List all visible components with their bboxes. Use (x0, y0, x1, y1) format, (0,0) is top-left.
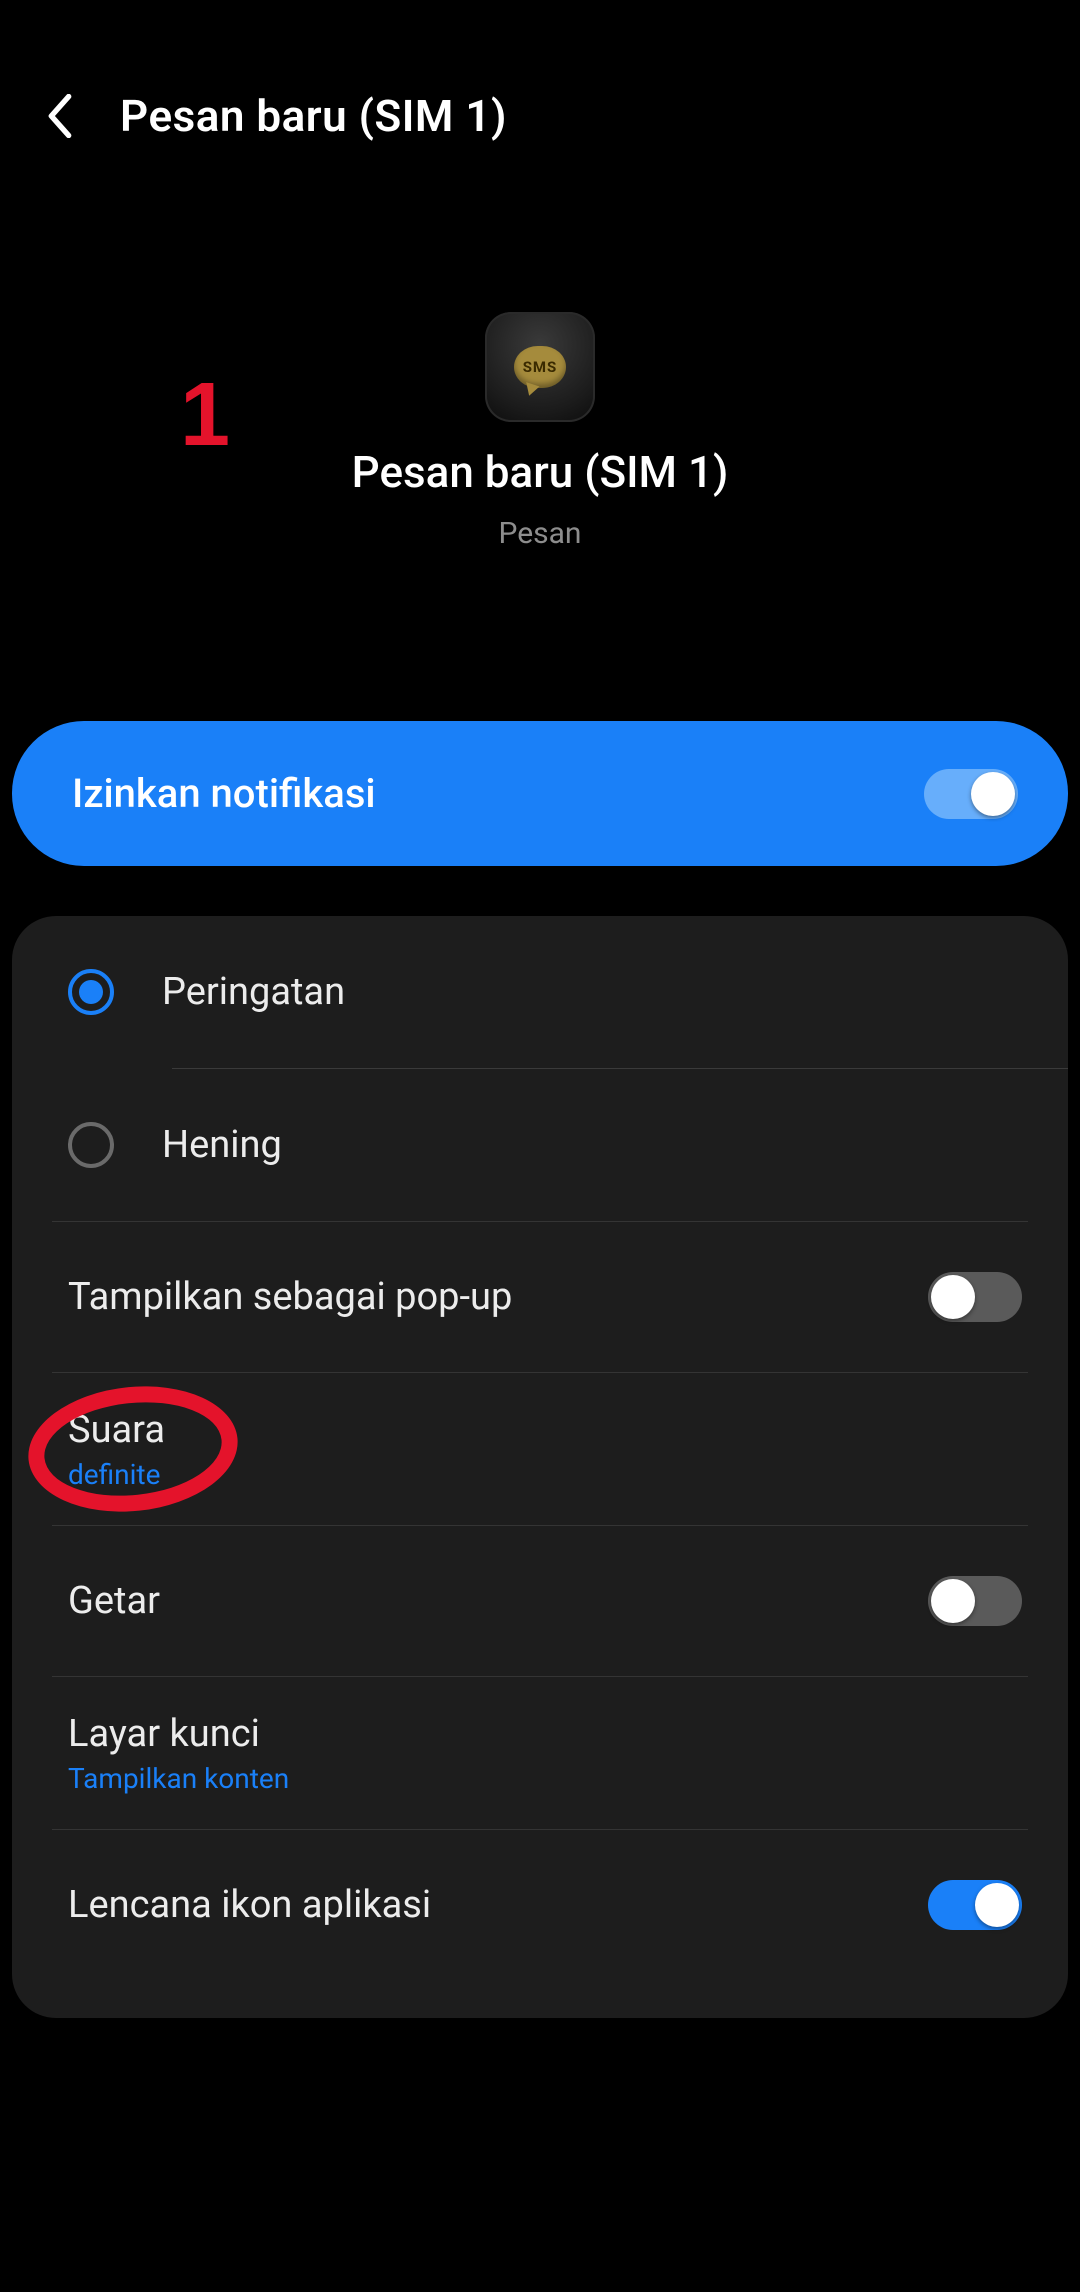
annotation-number: 1 (180, 364, 230, 467)
sound-label: Suara (68, 1408, 165, 1452)
allow-notifications-row[interactable]: Izinkan notifikasi (12, 721, 1068, 866)
back-button[interactable] (40, 96, 80, 136)
lockscreen-row[interactable]: Layar kunci Tampilkan konten (12, 1677, 1068, 1829)
toggle-knob (971, 772, 1015, 816)
toggle-knob (931, 1275, 975, 1319)
radio-unselected-icon (68, 1122, 114, 1168)
radio-selected-icon (68, 969, 114, 1015)
alert-style-silent[interactable]: Hening (12, 1069, 1068, 1221)
sound-row[interactable]: Suara definite (12, 1373, 1068, 1525)
page-header: Pesan baru (SIM 1) (0, 0, 1080, 142)
settings-panel: Peringatan Hening Tampilkan sebagai pop-… (12, 916, 1068, 2018)
toggle-knob (931, 1579, 975, 1623)
alert-style-alert[interactable]: Peringatan (12, 916, 1068, 1068)
popup-toggle[interactable] (928, 1272, 1022, 1322)
popup-row[interactable]: Tampilkan sebagai pop-up (12, 1222, 1068, 1372)
sms-bubble-icon: SMS (514, 346, 566, 388)
vibrate-row[interactable]: Getar (12, 1526, 1068, 1676)
badge-row[interactable]: Lencana ikon aplikasi (12, 1830, 1068, 1980)
page-title: Pesan baru (SIM 1) (120, 90, 507, 142)
vibrate-label: Getar (68, 1579, 160, 1623)
alert-style-alert-label: Peringatan (162, 970, 345, 1014)
badge-label: Lencana ikon aplikasi (68, 1883, 431, 1927)
popup-label: Tampilkan sebagai pop-up (68, 1275, 512, 1319)
lockscreen-label: Layar kunci (68, 1712, 289, 1756)
app-summary: 1 SMS Pesan baru (SIM 1) Pesan (0, 312, 1080, 551)
app-subtitle: Pesan (498, 516, 581, 551)
lockscreen-value: Tampilkan konten (68, 1762, 289, 1795)
app-name: Pesan baru (SIM 1) (352, 446, 729, 498)
app-icon-text: SMS (523, 358, 558, 376)
sound-value: definite (68, 1458, 165, 1491)
allow-notifications-label: Izinkan notifikasi (72, 770, 376, 817)
chevron-left-icon (47, 94, 73, 138)
vibrate-toggle[interactable] (928, 1576, 1022, 1626)
app-icon: SMS (485, 312, 595, 422)
toggle-knob (975, 1883, 1019, 1927)
allow-notifications-toggle[interactable] (924, 769, 1018, 819)
alert-style-silent-label: Hening (162, 1123, 282, 1167)
badge-toggle[interactable] (928, 1880, 1022, 1930)
